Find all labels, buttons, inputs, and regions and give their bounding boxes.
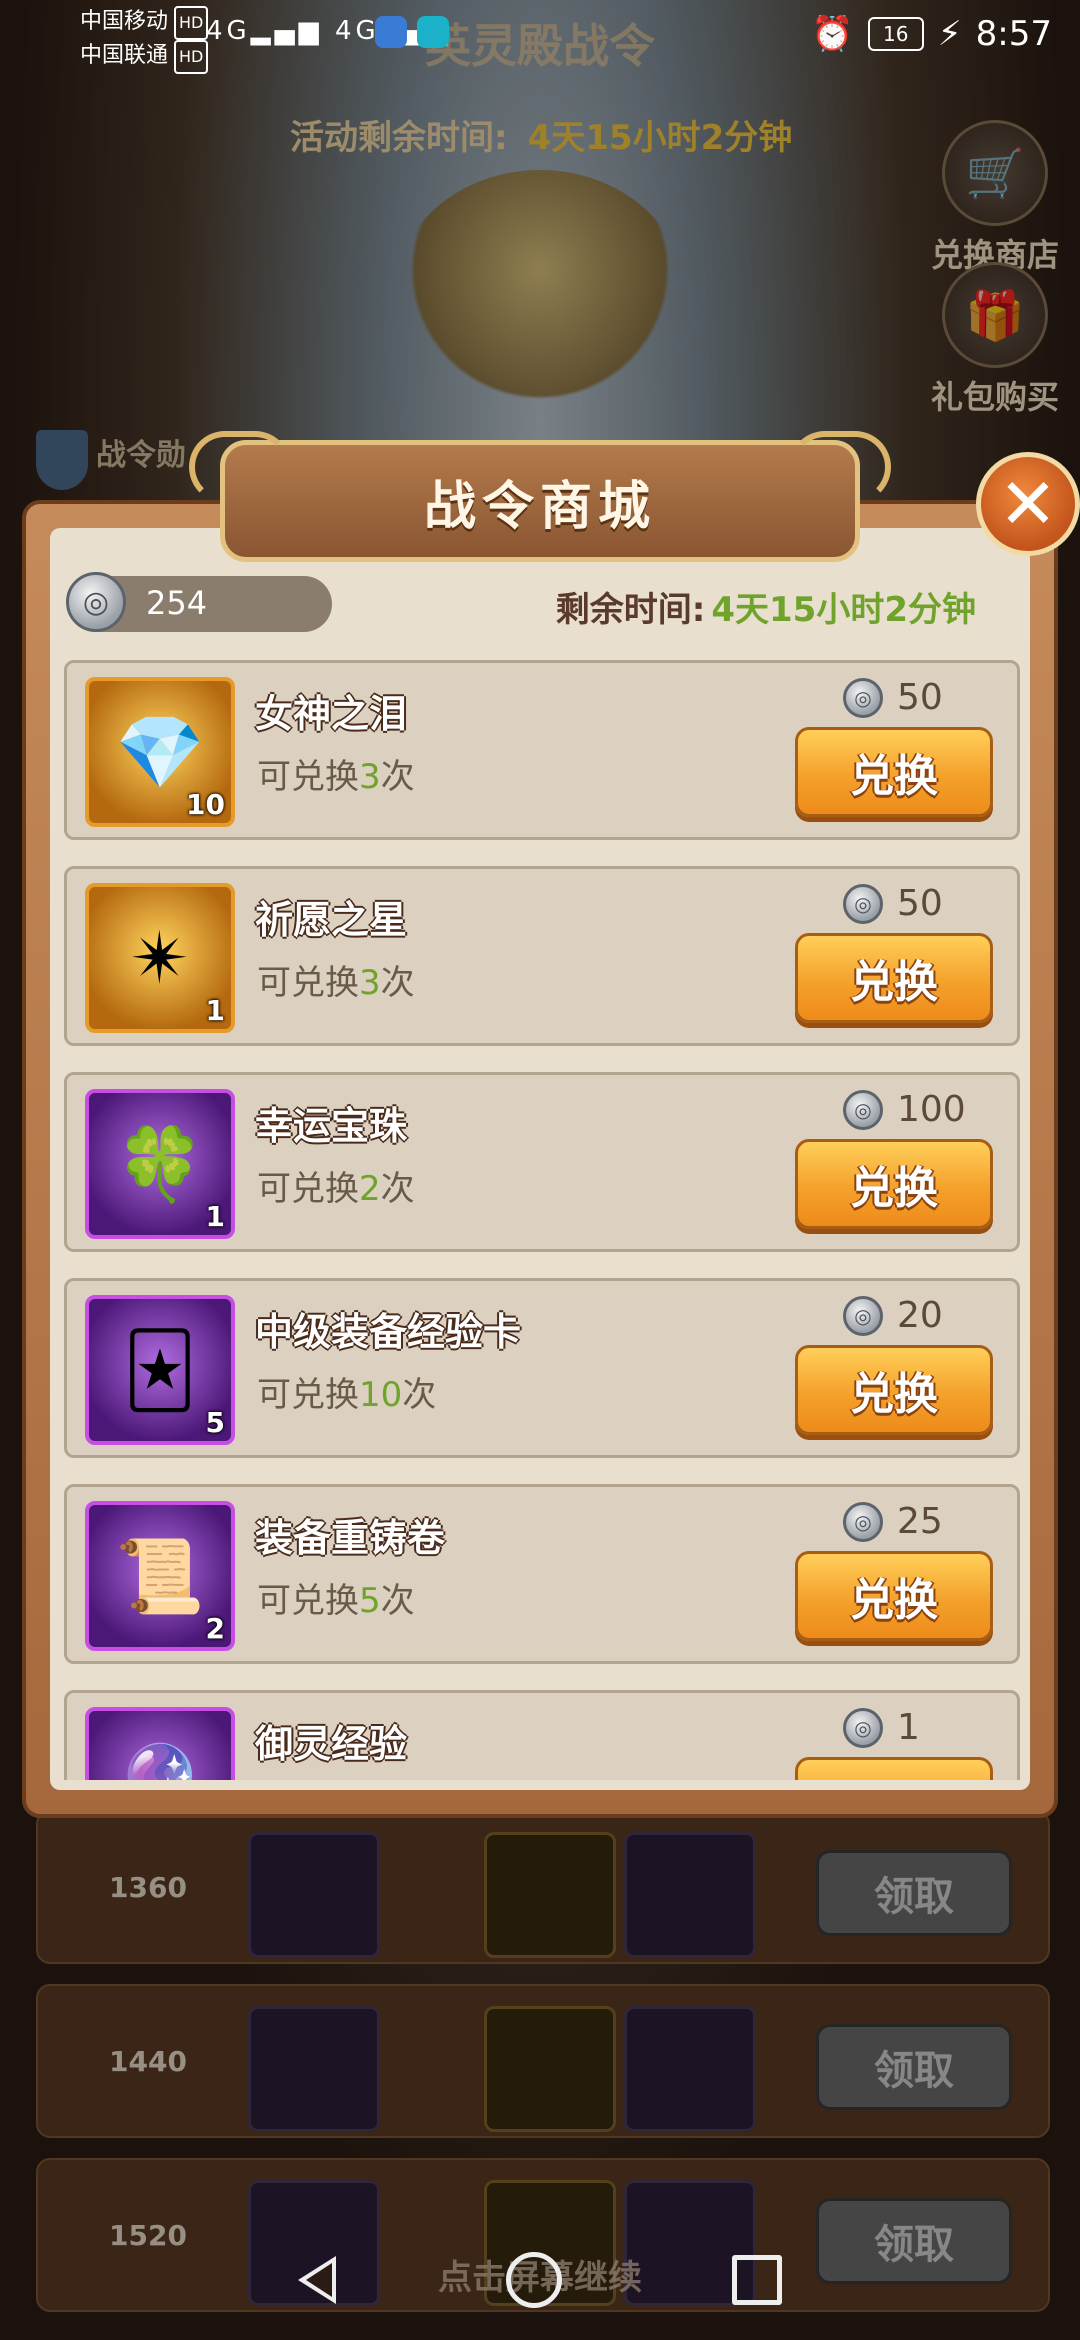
price-value: 100 [897,1089,966,1130]
item-quantity: 5 [205,1406,225,1439]
silver-coin-icon: ◎ [843,1089,883,1130]
shop-item-list[interactable]: 💎 10 女神之泪 可兑换3次 ◎ 50 兑换 ✴ 1 祈愿之星 可兑换3次 ◎ 5… [64,660,1020,1780]
item-thumbnail[interactable]: 🔮 [85,1707,235,1780]
exchange-limit: 可兑换10次 [257,1375,437,1415]
item-thumbnail[interactable]: 🍀 1 [85,1089,235,1239]
charging-icon: ⚡ [937,14,962,54]
remaining-time: 剩余时间: 4天15小时2分钟 [556,582,976,631]
item-name: 女神之泪 [255,692,408,736]
item-quantity: 1 [205,1200,225,1233]
currency-balance: ◎ 254 [66,572,332,632]
clock: 8:57 [975,14,1052,54]
status-right: ⏰ 16 ⚡ 8:57 [811,14,1052,54]
item-name: 装备重铸卷 [255,1516,446,1560]
silver-coin-icon: ◎ [843,1295,883,1336]
search-app-icon [417,16,449,48]
item-thumbnail[interactable]: 📜 2 [85,1501,235,1651]
system-nav-bar [0,2220,1080,2340]
modal-title: 战令商城 [423,476,656,537]
lucky-orb-icon: 🍀 [115,1121,205,1206]
hd-badge: HD [174,6,209,40]
currency-amount: 254 [146,584,208,622]
silver-coin-icon: ◎ [843,883,883,924]
back-icon[interactable] [298,2256,336,2304]
home-icon[interactable] [506,2252,562,2308]
item-quantity: 1 [205,994,225,1027]
item-thumbnail[interactable]: 💎 10 [85,677,235,827]
exchange-limit: 可兑换3次 [257,963,415,1003]
carrier-2: 中国联通 [80,43,169,68]
price-value: 25 [897,1501,943,1542]
spirit-exp-icon: 🔮 [115,1740,205,1781]
app-notification-icon [375,16,407,48]
exchange-limit: 可兑换3次 [257,757,415,797]
exchange-button[interactable]: 兑换 [795,1139,993,1229]
exp-card-icon: 🃏 [123,1328,197,1412]
shop-item: 🍀 1 幸运宝珠 可兑换2次 ◎ 100 兑换 [64,1072,1020,1252]
exchange-button[interactable]: 兑换 [795,933,993,1023]
recent-apps-icon[interactable] [732,2255,782,2305]
item-thumbnail[interactable]: ✴ 1 [85,883,235,1033]
close-button[interactable]: ✕ [976,452,1080,556]
price-value: 50 [897,677,943,718]
silver-coin-icon: ◎ [843,1501,883,1542]
shop-item: 🔮 御灵经验 ◎1 [64,1690,1020,1780]
exchange-button[interactable]: 兑换 [795,727,993,817]
item-quantity: 2 [205,1612,225,1645]
item-price: ◎ 50 [843,677,943,718]
price-value: 1 [897,1707,920,1748]
wish-star-icon: ✴ [129,916,191,1000]
carrier-info: 中国移动 HD 中国联通 HD [80,6,209,74]
silver-coin-icon: ◎ [66,572,126,632]
shop-item: 🃏 5 中级装备经验卡 可兑换10次 ◎ 20 兑换 [64,1278,1020,1458]
item-price: ◎ 50 [843,883,943,924]
item-name: 祈愿之星 [255,898,408,942]
carrier-1: 中国移动 [80,9,169,34]
shop-item: ✴ 1 祈愿之星 可兑换3次 ◎ 50 兑换 [64,866,1020,1046]
item-name: 御灵经验 [255,1722,408,1766]
price-value: 50 [897,883,943,924]
remaining-time-value: 4天15小时2分钟 [711,590,976,630]
alarm-icon: ⏰ [811,14,854,54]
item-name: 幸运宝珠 [255,1104,408,1148]
battery-icon: 16 [867,17,924,51]
exchange-button[interactable]: 兑换 [795,1551,993,1641]
shop-item: 📜 2 装备重铸卷 可兑换5次 ◎ 25 兑换 [64,1484,1020,1664]
status-bar: 中国移动 HD 中国联通 HD 4G▂▄▆ 4G▂▄▆ ⏰ 16 ⚡ 8:57 [0,0,1080,74]
notification-icons [375,16,449,48]
item-price: ◎ 100 [843,1089,966,1130]
blue-crystal-icon: 💎 [115,709,205,794]
modal-header: 战令商城 [189,431,891,562]
item-price: ◎ 1 [843,1707,920,1748]
shop-item: 💎 10 女神之泪 可兑换3次 ◎ 50 兑换 [64,660,1020,840]
exchange-button[interactable] [795,1757,993,1780]
item-quantity: 10 [186,788,225,821]
scroll-icon: 📜 [115,1533,205,1618]
silver-coin-icon: ◎ [843,677,883,718]
item-price: ◎ 25 [843,1501,943,1542]
exchange-limit: 可兑换5次 [257,1581,415,1621]
exchange-limit: 可兑换2次 [257,1169,415,1209]
item-name: 中级装备经验卡 [255,1310,522,1354]
silver-coin-icon: ◎ [843,1707,883,1748]
hd-badge: HD [174,40,209,74]
item-thumbnail[interactable]: 🃏 5 [85,1295,235,1445]
exchange-button[interactable]: 兑换 [795,1345,993,1435]
close-icon: ✕ [998,463,1058,545]
remaining-time-label: 剩余时间: [555,590,706,630]
price-value: 20 [897,1295,943,1336]
item-price: ◎ 20 [843,1295,943,1336]
